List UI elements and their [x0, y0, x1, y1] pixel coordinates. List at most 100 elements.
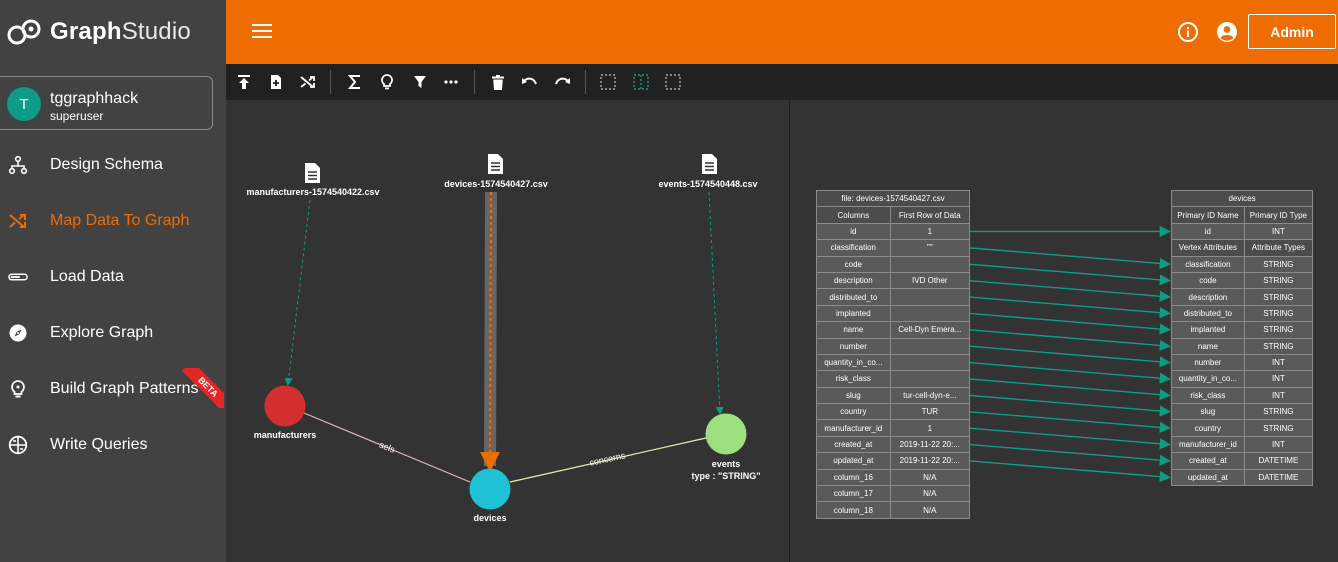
column-header[interactable]: Columns [816, 206, 891, 224]
attribute-type-cell[interactable]: INT [1243, 435, 1314, 454]
attribute-name-cell[interactable]: name [1171, 337, 1245, 355]
first-row-value-cell[interactable] [889, 353, 971, 372]
column-name-cell[interactable]: column_17 [816, 485, 891, 503]
attribute-name-cell[interactable]: distributed_to [1171, 304, 1245, 323]
column-name-cell[interactable]: updated_at [816, 452, 891, 470]
sum-icon[interactable] [346, 73, 364, 91]
attribute-name-cell[interactable]: code [1171, 271, 1245, 290]
attribute-mapping-arrow[interactable] [969, 411, 1171, 433]
column-header[interactable]: Primary ID Type [1243, 206, 1314, 224]
table-row[interactable]: column_18 N/A [816, 501, 971, 519]
attribute-name-cell[interactable]: classification [1171, 255, 1245, 273]
mapping-canvas[interactable]: manufacturers-1574540422.csv devices-157… [226, 100, 1338, 562]
attribute-mapping-arrow[interactable] [969, 443, 1171, 466]
table-row[interactable]: name STRING [1171, 337, 1314, 355]
account-icon[interactable] [1216, 21, 1238, 43]
table-row[interactable]: distributed_to [816, 288, 971, 306]
add-file-icon[interactable] [267, 73, 285, 91]
table-row[interactable]: created_at 2019-11-22 20:... [816, 435, 971, 454]
primary-id-cell[interactable]: id [1171, 222, 1245, 241]
select-box-icon[interactable] [599, 73, 617, 91]
first-row-value-cell[interactable]: 2019-11-22 20:... [889, 452, 971, 470]
column-header[interactable]: Primary ID Name [1171, 206, 1245, 224]
first-row-value-cell[interactable]: N/A [889, 468, 971, 487]
column-name-cell[interactable]: implanted [816, 304, 891, 323]
attribute-type-cell[interactable]: STRING [1243, 321, 1314, 339]
primary-id-cell[interactable]: INT [1243, 222, 1314, 241]
attribute-mapping-arrow[interactable] [969, 312, 1171, 335]
attribute-mapping-arrow[interactable] [969, 247, 1171, 270]
column-name-cell[interactable]: classification [816, 239, 891, 257]
attribute-type-cell[interactable]: INT [1243, 386, 1314, 405]
app-logo[interactable]: GraphStudio [0, 0, 226, 64]
first-row-value-cell[interactable]: Cell-Dyn Emera... [889, 321, 971, 339]
table-row[interactable]: country STRING [1171, 419, 1314, 437]
menu-icon[interactable] [252, 24, 272, 40]
table-row[interactable]: classification STRING [1171, 255, 1314, 273]
column-name-cell[interactable]: slug [816, 386, 891, 405]
table-row[interactable]: description IVD Other [816, 271, 971, 290]
column-name-cell[interactable]: description [816, 271, 891, 290]
table-row[interactable]: implanted [816, 304, 971, 323]
table-row[interactable]: number INT [1171, 353, 1314, 372]
first-row-value-cell[interactable]: IVD Other [889, 271, 971, 290]
first-row-value-cell[interactable] [889, 288, 971, 306]
filter-icon[interactable] [411, 73, 429, 91]
first-row-value-cell[interactable]: 2019-11-22 20:... [889, 435, 971, 454]
table-row[interactable]: created_at DATETIME [1171, 452, 1314, 470]
column-name-cell[interactable]: column_18 [816, 501, 891, 519]
column-header[interactable]: First Row of Data [889, 206, 971, 224]
table-row[interactable]: slug tur-cell-dyn-e... [816, 386, 971, 405]
column-name-cell[interactable]: id [816, 222, 891, 241]
source-file-table[interactable]: file: devices-1574540427.csv Columns First… [816, 189, 971, 519]
table-row[interactable]: country TUR [816, 403, 971, 421]
table-row[interactable]: risk_class [816, 370, 971, 388]
nav-load-data[interactable]: Load Data [0, 257, 226, 297]
nav-write-queries[interactable]: Write Queries [0, 425, 226, 465]
first-row-value-cell[interactable]: N/A [889, 485, 971, 503]
column-name-cell[interactable]: code [816, 255, 891, 273]
column-header[interactable]: Attribute Types [1243, 239, 1314, 257]
user-card[interactable]: T tggraphhack superuser [0, 76, 213, 130]
table-row[interactable]: id 1 [816, 222, 971, 241]
nav-map-data-to-graph[interactable]: Map Data To Graph [0, 201, 226, 241]
first-row-value-cell[interactable]: tur-cell-dyn-e... [889, 386, 971, 405]
attribute-name-cell[interactable]: created_at [1171, 452, 1245, 470]
column-header[interactable]: Vertex Attributes [1171, 239, 1245, 257]
attribute-mapping-arrow[interactable] [969, 427, 1171, 450]
table-row[interactable]: quantity_in_co... [816, 353, 971, 372]
undo-icon[interactable] [521, 73, 539, 91]
table-row[interactable]: risk_class INT [1171, 386, 1314, 405]
first-row-value-cell[interactable] [889, 304, 971, 323]
table-title[interactable]: file: devices-1574540427.csv [816, 189, 970, 208]
attribute-name-cell[interactable]: updated_at [1171, 468, 1245, 487]
first-row-value-cell[interactable]: TUR [889, 403, 971, 421]
attribute-name-cell[interactable]: slug [1171, 403, 1245, 421]
attribute-type-cell[interactable]: DATETIME [1243, 452, 1314, 470]
upload-icon[interactable] [235, 73, 253, 91]
attribute-type-cell[interactable]: STRING [1243, 271, 1314, 290]
attribute-name-cell[interactable]: quantity_in_co... [1171, 370, 1245, 388]
attribute-mapping-arrow[interactable] [969, 460, 1171, 483]
lightbulb-tool-icon[interactable] [378, 73, 396, 91]
map-shuffle-icon[interactable] [299, 73, 317, 91]
attribute-type-cell[interactable]: INT [1243, 370, 1314, 388]
attribute-type-cell[interactable]: STRING [1243, 255, 1314, 273]
table-row[interactable]: quantity_in_co... INT [1171, 370, 1314, 388]
attribute-mapping-arrow[interactable] [969, 378, 1171, 401]
first-row-value-cell[interactable] [889, 255, 971, 273]
attribute-mapping-arrow[interactable] [969, 279, 1171, 302]
fit-view-icon[interactable] [664, 73, 682, 91]
attribute-type-cell[interactable]: STRING [1243, 403, 1314, 421]
attribute-name-cell[interactable]: description [1171, 288, 1245, 306]
attribute-mapping-arrow[interactable] [969, 361, 1171, 384]
table-row[interactable]: updated_at 2019-11-22 20:... [816, 452, 971, 470]
column-name-cell[interactable]: created_at [816, 435, 891, 454]
table-row[interactable]: distributed_to STRING [1171, 304, 1314, 323]
table-title[interactable]: devices [1171, 189, 1313, 208]
nav-design-schema[interactable]: Design Schema [0, 145, 226, 185]
attribute-mapping-arrow[interactable] [969, 296, 1171, 319]
table-row[interactable]: classification "" [816, 239, 971, 257]
first-row-value-cell[interactable]: N/A [889, 501, 971, 519]
attribute-type-cell[interactable]: STRING [1243, 419, 1314, 437]
